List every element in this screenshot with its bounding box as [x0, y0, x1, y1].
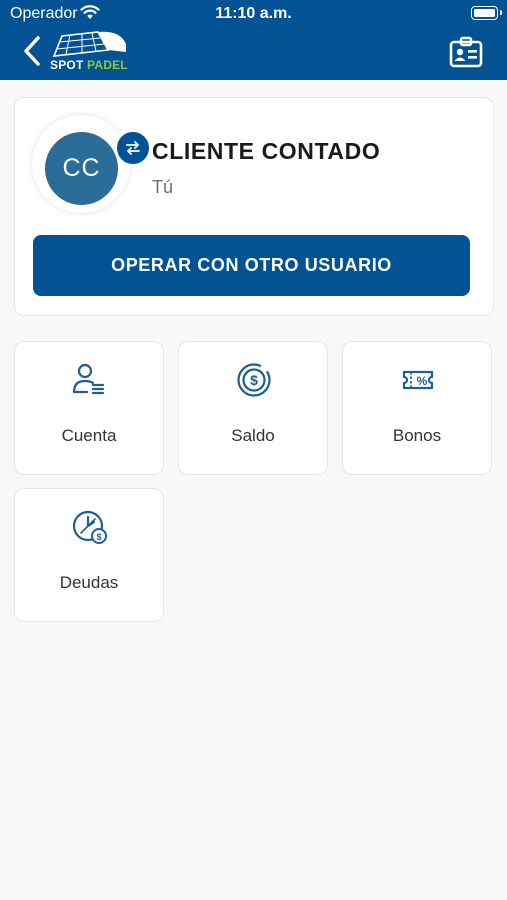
menu-tile-label: Cuenta [61, 426, 117, 445]
svg-text:%: % [417, 374, 428, 388]
court-logo-icon [52, 31, 126, 57]
avatar-ring: CC [32, 115, 152, 213]
operate-other-user-button[interactable]: OPERAR CON OTRO USUARIO [33, 235, 470, 296]
clock: 11:10 a.m. [215, 5, 292, 22]
menu-tile-label: Bonos [392, 426, 442, 445]
svg-text:$: $ [250, 372, 258, 388]
avatar: CC [45, 132, 118, 205]
menu-tile-label: Saldo [231, 426, 275, 445]
client-subtitle: Tú [152, 177, 174, 197]
discount-ticket-icon: % [402, 370, 434, 390]
svg-text:$: $ [96, 532, 101, 542]
profile-card: CC CLIENTE CONTADO Tú OPERAR CON OTRO US… [14, 97, 494, 316]
status-bar: Operador 11:10 a.m. [0, 0, 507, 28]
top-bar: Operador 11:10 a.m. SPOT PADEL [0, 0, 507, 80]
menu-tile-label: Deudas [59, 573, 119, 592]
swap-arrows-icon [126, 141, 140, 155]
menu-tile-bonos[interactable]: % Bonos [342, 341, 492, 475]
menu-tile-cuenta[interactable]: Cuenta [14, 341, 164, 475]
user-list-icon [72, 363, 105, 395]
chevron-left-icon[interactable] [18, 34, 48, 68]
battery-icon [471, 6, 502, 20]
menu-tile-deudas[interactable]: $ Deudas [14, 488, 164, 622]
logo-text: SPOT PADEL [50, 58, 128, 72]
logo-text-padel: PADEL [87, 58, 128, 72]
menu-tile-saldo[interactable]: $ Saldo [178, 341, 328, 475]
dollar-coin-icon: $ [237, 363, 271, 397]
clock-dollar-icon: $ [72, 510, 107, 544]
id-card-icon[interactable] [449, 36, 483, 68]
swap-user-button[interactable] [114, 129, 152, 167]
logo-text-spot: SPOT [50, 58, 84, 72]
spot-padel-logo: SPOT PADEL [50, 30, 130, 76]
client-name: CLIENTE CONTADO [152, 138, 381, 164]
